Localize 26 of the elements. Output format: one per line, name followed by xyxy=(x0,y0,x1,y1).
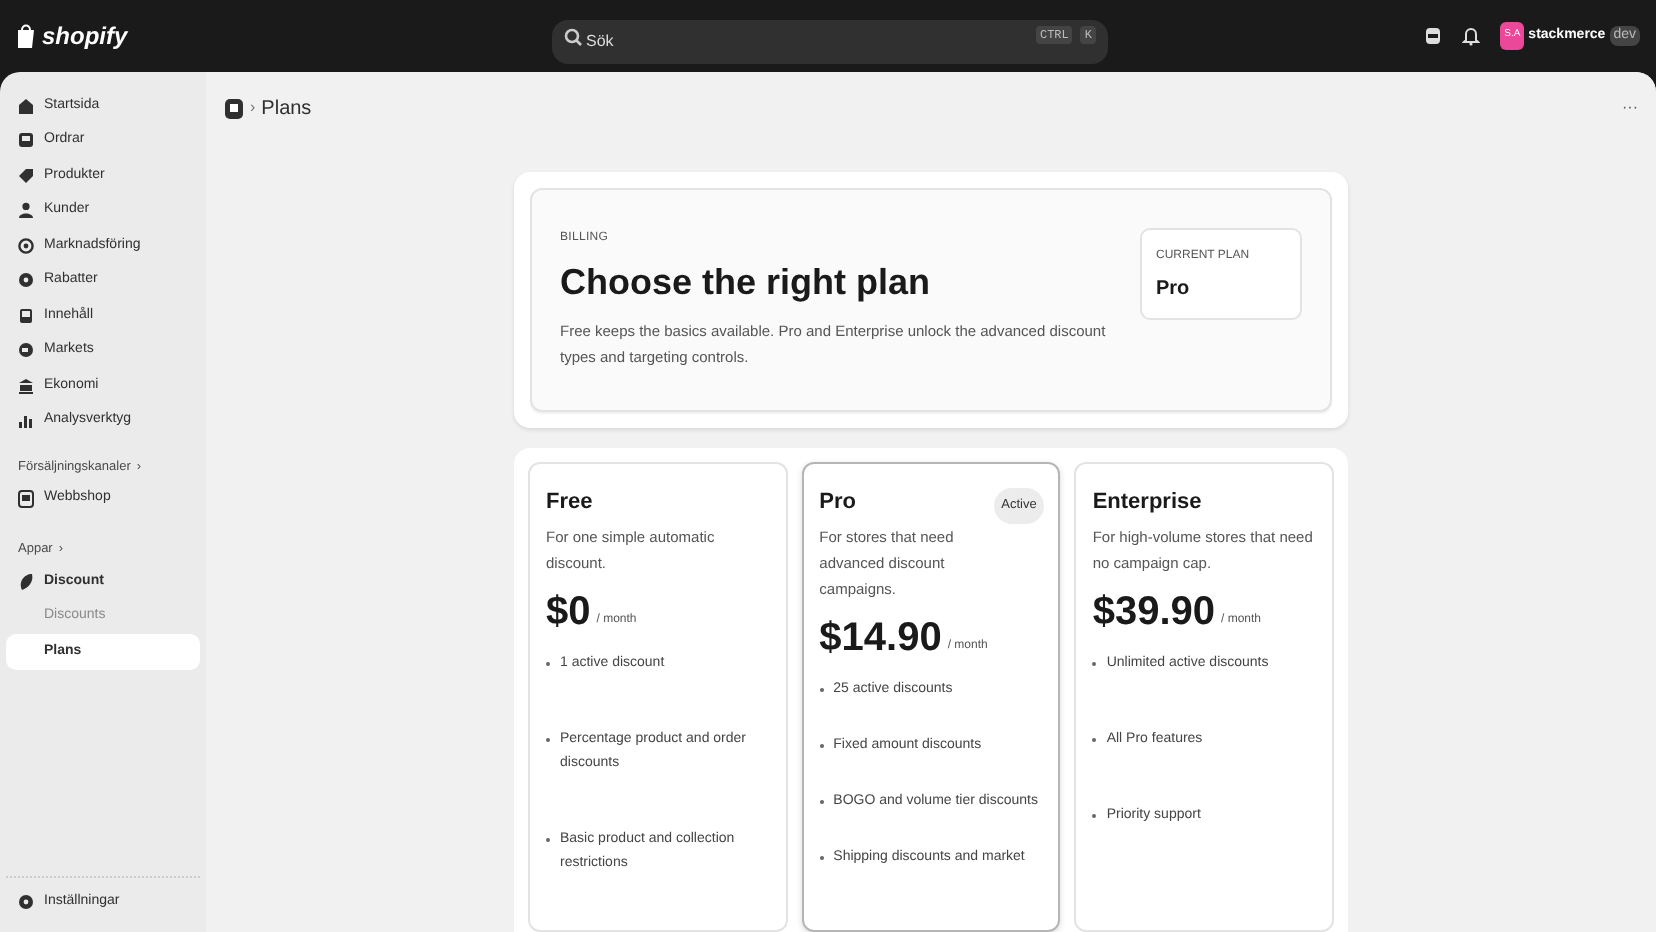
leaf-icon xyxy=(18,573,34,590)
plan-name: Free xyxy=(546,488,593,518)
bell-icon xyxy=(1462,26,1481,46)
storefront-icon xyxy=(18,490,34,508)
more-button[interactable]: ··· xyxy=(1622,96,1638,120)
logo-text: shopify xyxy=(42,20,128,54)
bag-icon xyxy=(16,24,36,48)
search-icon xyxy=(564,27,582,45)
image-icon xyxy=(18,307,34,324)
billing-title: Choose the right plan xyxy=(560,260,933,306)
bar-chart-icon xyxy=(18,412,34,429)
person-icon xyxy=(18,202,34,219)
page-title: Plans xyxy=(261,95,312,123)
app-icon xyxy=(224,97,244,119)
tag-icon xyxy=(18,167,34,184)
house-icon xyxy=(18,97,34,114)
plan-name: Pro xyxy=(819,488,856,518)
current-plan-value: Pro xyxy=(1156,276,1192,304)
plan-price: $0 xyxy=(546,587,591,635)
plan-price: $14.90 xyxy=(819,613,942,661)
plan-name: Enterprise xyxy=(1092,488,1202,518)
plan-price: $39.90 xyxy=(1092,587,1215,635)
target-icon xyxy=(18,237,34,254)
breadcrumb-separator: › xyxy=(250,96,256,120)
tray-icon xyxy=(18,132,34,149)
bank-icon xyxy=(18,377,34,394)
